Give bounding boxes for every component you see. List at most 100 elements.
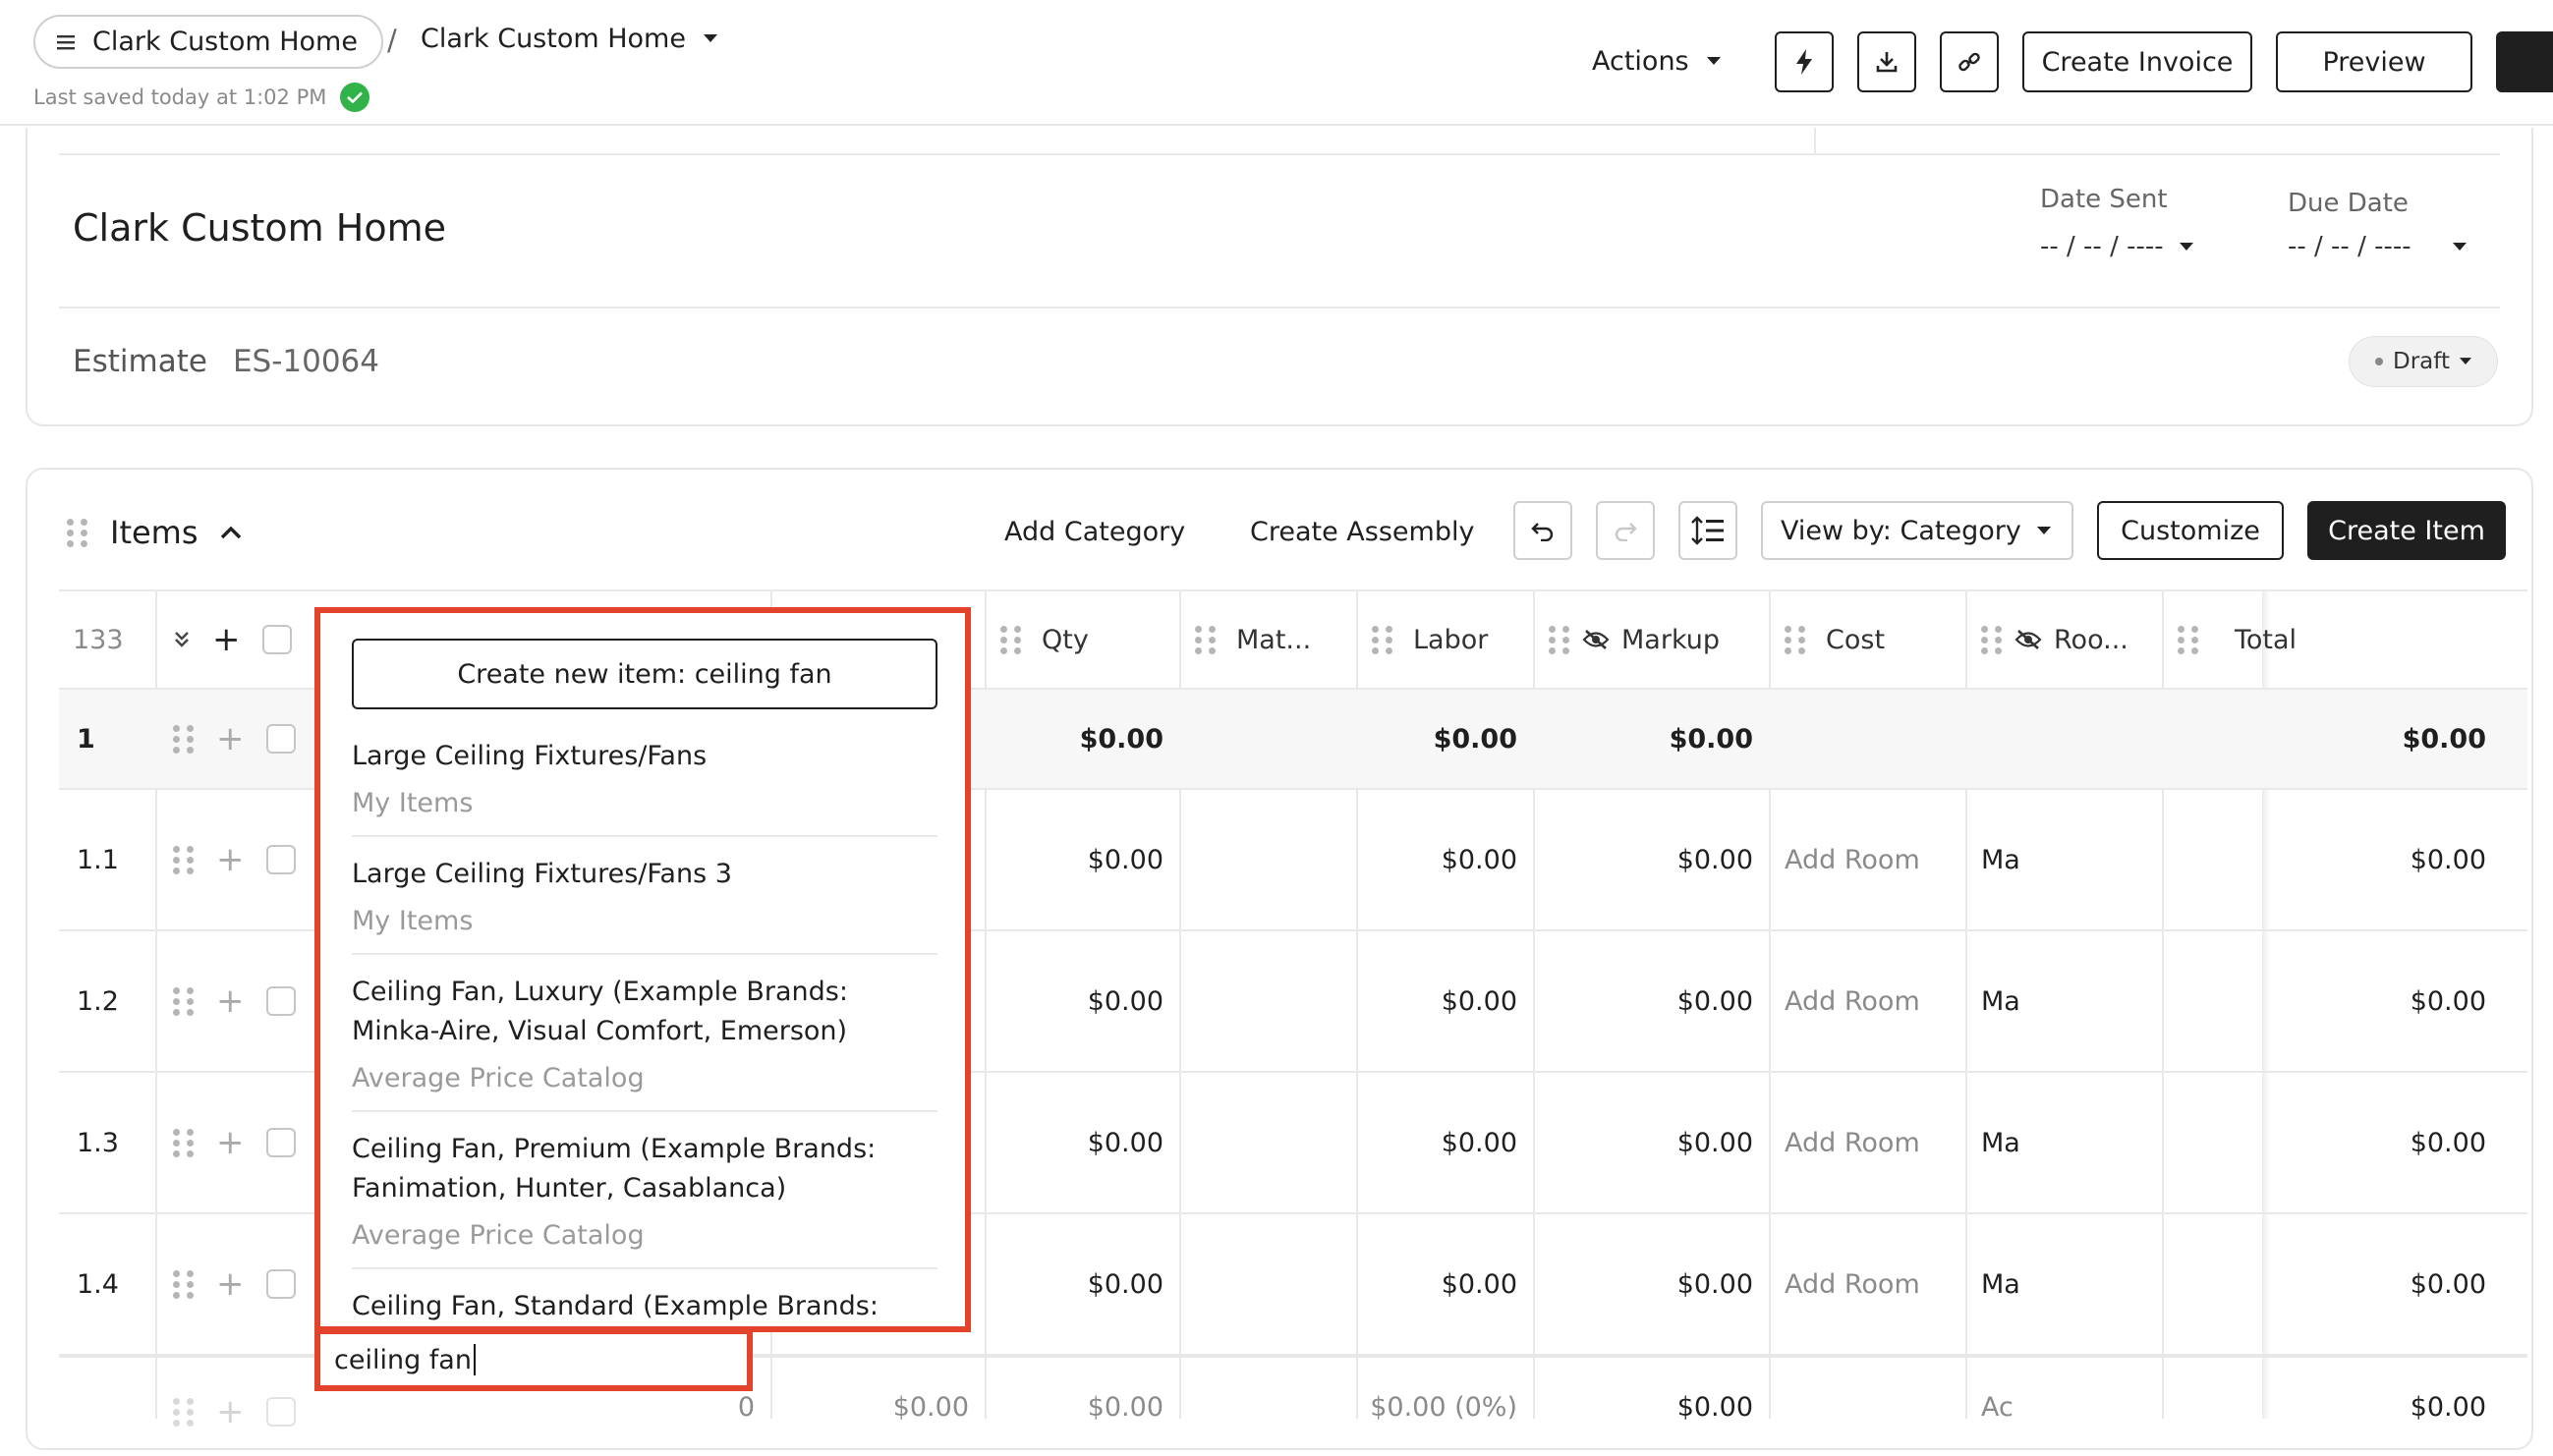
share-link-button[interactable] [1940, 31, 1999, 92]
row-number: 1.2 [77, 985, 119, 1017]
row-controls: + [173, 1395, 296, 1428]
column-header-room[interactable]: Roo... [1981, 591, 2128, 688]
view-by-dropdown[interactable]: View by: Category [1761, 501, 2073, 560]
add-room-link[interactable]: Add Room [1785, 790, 1920, 929]
row-height-button[interactable] [1678, 501, 1737, 560]
breadcrumb-current[interactable]: Clark Custom Home [421, 24, 717, 54]
drag-handle-icon[interactable] [67, 518, 88, 547]
table-cell-total[interactable]: $0.00 [2162, 790, 2502, 929]
column-header-markup[interactable]: Markup [1549, 591, 1720, 688]
drag-handle-icon[interactable] [1372, 625, 1393, 654]
table-cell-total[interactable]: $0.00 [2162, 690, 2502, 788]
add-icon[interactable]: + [216, 843, 245, 876]
undo-button[interactable] [1513, 501, 1572, 560]
add-icon[interactable]: + [216, 1267, 245, 1301]
search-result-item[interactable]: Ceiling Fan, Premium (Example Brands: Fa… [352, 1130, 937, 1269]
drag-handle-icon[interactable] [2178, 625, 2199, 654]
new-item-cell-markup[interactable]: $0.00 (0%) [1179, 1358, 1533, 1456]
date-sent-picker[interactable]: -- / -- / ---- [2040, 232, 2193, 261]
row-checkbox[interactable] [265, 1128, 296, 1157]
drag-handle-icon[interactable] [173, 1128, 195, 1157]
row-controls: + [173, 1126, 296, 1159]
table-cell-markup[interactable]: $0.00 [1179, 931, 1533, 1071]
eye-slash-icon[interactable] [1582, 629, 1610, 650]
add-icon[interactable]: + [216, 1126, 245, 1159]
add-icon[interactable]: + [212, 623, 241, 656]
column-header-cost[interactable]: Cost [1785, 591, 1885, 688]
search-result-item[interactable]: Ceiling Fan, Luxury (Example Brands: Min… [352, 973, 937, 1112]
row-checkbox[interactable] [265, 845, 296, 874]
drag-handle-icon[interactable] [173, 845, 195, 874]
add-icon[interactable]: + [216, 1395, 245, 1428]
drag-handle-icon[interactable] [173, 1397, 195, 1427]
add-room-link[interactable]: Add Room [1785, 1214, 1920, 1354]
search-result-item[interactable]: Large Ceiling Fixtures/Fans My Items [352, 737, 937, 837]
row-checkbox[interactable] [265, 724, 296, 754]
table-cell-total[interactable]: $0.00 [2162, 931, 2502, 1071]
collapse-all-icon[interactable] [173, 631, 191, 648]
table-cell-cost[interactable]: $0.00 [1533, 1073, 1769, 1212]
download-button[interactable] [1857, 31, 1916, 92]
actions-dropdown[interactable]: Actions [1592, 46, 1721, 77]
table-cell-total[interactable]: $0.00 [2162, 1214, 2502, 1354]
save-status: Last saved today at 1:02 PM [33, 83, 370, 112]
table-cell-cost[interactable]: $0.00 [1533, 790, 1769, 929]
search-result-item[interactable]: Large Ceiling Fixtures/Fans 3 My Items [352, 855, 937, 955]
create-assembly-button[interactable]: Create Assembly [1250, 517, 1474, 547]
primary-action-button[interactable] [2496, 31, 2553, 92]
eye-slash-icon[interactable] [2014, 629, 2042, 650]
status-badge[interactable]: Draft [2349, 336, 2498, 387]
create-new-item-button[interactable]: Create new item: ceiling fan [352, 639, 937, 709]
table-cell-markup[interactable]: $0.00 [1179, 690, 1533, 788]
table-cell-labor[interactable]: $0.00 [985, 790, 1179, 929]
new-item-cell-labor[interactable]: $0.00 [985, 1358, 1179, 1456]
table-cell-markup[interactable]: $0.00 [1179, 790, 1533, 929]
due-date-picker[interactable]: -- / -- / ---- [2288, 232, 2467, 261]
new-item-cell-cost[interactable]: $0.00 [1533, 1358, 1769, 1456]
new-item-cell-mat[interactable]: $0.00 [770, 1358, 985, 1456]
table-cell-cost[interactable]: $0.00 [1533, 1214, 1769, 1354]
add-category-button[interactable]: Add Category [1004, 517, 1185, 547]
drag-handle-icon[interactable] [1549, 625, 1570, 654]
table-cell-cost[interactable]: $0.00 [1533, 931, 1769, 1071]
drag-handle-icon[interactable] [1981, 625, 2003, 654]
drag-handle-icon[interactable] [1785, 625, 1806, 654]
row-checkbox[interactable] [265, 986, 296, 1016]
table-cell-labor[interactable]: $0.00 [985, 931, 1179, 1071]
redo-button[interactable] [1596, 501, 1655, 560]
column-header-extra[interactable] [2178, 591, 2199, 688]
drag-handle-icon[interactable] [173, 1269, 195, 1299]
add-room-link[interactable]: Add Room [1785, 1073, 1920, 1212]
create-item-button[interactable]: Create Item [2307, 501, 2506, 560]
drag-handle-icon[interactable] [173, 986, 195, 1016]
drag-handle-icon[interactable] [1000, 625, 1022, 654]
preview-button[interactable]: Preview [2276, 31, 2472, 92]
add-icon[interactable]: + [216, 722, 245, 756]
select-all-checkbox[interactable] [261, 625, 292, 654]
table-cell-labor[interactable]: $0.00 [985, 1073, 1179, 1212]
chevron-up-icon[interactable] [220, 526, 242, 539]
lightning-button[interactable] [1775, 31, 1834, 92]
search-result-item[interactable]: Ceiling Fan, Standard (Example Brands: [352, 1287, 937, 1330]
item-search-input[interactable]: ceiling fan [314, 1328, 753, 1391]
column-header-qty[interactable]: Qty [1000, 591, 1089, 688]
table-cell-markup[interactable]: $0.00 [1179, 1073, 1533, 1212]
row-checkbox[interactable] [265, 1269, 296, 1299]
table-cell-labor[interactable]: $0.00 [985, 1214, 1179, 1354]
table-cell-total[interactable]: $0.00 [2162, 1073, 2502, 1212]
new-item-cell-total[interactable]: $0.00 [2162, 1358, 2502, 1456]
add-room-link[interactable]: Add Room [1785, 931, 1920, 1071]
table-cell-cost[interactable]: $0.00 [1533, 690, 1769, 788]
breadcrumb-project-button[interactable]: Clark Custom Home [33, 15, 383, 69]
items-header[interactable]: Items [67, 514, 242, 551]
table-cell-markup[interactable]: $0.00 [1179, 1214, 1533, 1354]
add-icon[interactable]: + [216, 984, 245, 1018]
table-cell-labor[interactable]: $0.00 [985, 690, 1179, 788]
row-checkbox[interactable] [265, 1397, 296, 1427]
drag-handle-icon[interactable] [173, 724, 195, 754]
customize-button[interactable]: Customize [2097, 501, 2284, 560]
create-invoice-button[interactable]: Create Invoice [2022, 31, 2252, 92]
column-header-labor[interactable]: Labor [1372, 591, 1488, 688]
drag-handle-icon[interactable] [1195, 625, 1217, 654]
column-header-material[interactable]: Mat... [1195, 591, 1311, 688]
